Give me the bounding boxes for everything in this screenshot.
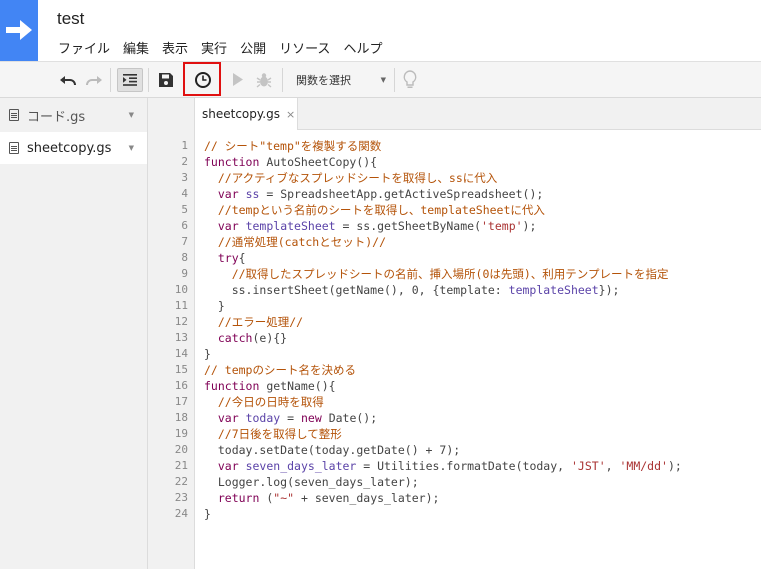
project-title[interactable]: test <box>57 9 84 29</box>
toolbar-divider <box>110 68 111 92</box>
menu-bar: ファイル 編集 表示 実行 公開 リソース ヘルプ <box>58 38 395 58</box>
line-number: 15 <box>174 363 188 376</box>
line-number: 24 <box>174 507 188 520</box>
indent-icon <box>123 74 137 86</box>
toolbar-divider <box>282 68 283 92</box>
code-text: } <box>204 507 211 521</box>
line-number: 10 <box>174 283 188 296</box>
code-text: } <box>204 347 211 361</box>
undo-icon <box>60 75 76 85</box>
code-text: //通常処理(catchとセット)// <box>204 235 387 249</box>
arrow-right-icon <box>6 20 32 40</box>
toolbar: 関数を選択 ▼ <box>0 61 761 98</box>
line-number: 9 <box>181 267 188 280</box>
code-text: // tempのシート名を決める <box>204 363 356 377</box>
document-icon <box>9 142 19 154</box>
menu-help[interactable]: ヘルプ <box>343 38 382 58</box>
line-number: 3 <box>181 171 188 184</box>
line-number: 13 <box>174 331 188 344</box>
file-item-active[interactable]: sheetcopy.gs ▼ <box>0 132 147 164</box>
menu-publish[interactable]: 公開 <box>240 38 266 58</box>
line-number: 23 <box>174 491 188 504</box>
bug-icon <box>256 72 272 88</box>
code-text: //エラー処理// <box>204 315 304 329</box>
code-text: Logger.log(seven_days_later); <box>204 475 419 489</box>
menu-run[interactable]: 実行 <box>201 38 227 58</box>
menu-resources[interactable]: リソース <box>279 38 330 58</box>
lightbulb-icon <box>403 69 417 88</box>
code-text: //今日の日時を取得 <box>204 395 324 409</box>
code-text: catch(e){} <box>217 331 288 345</box>
save-icon <box>159 72 173 87</box>
debug-button[interactable] <box>254 62 274 97</box>
line-number: 19 <box>174 427 188 440</box>
line-number: 14 <box>174 347 188 360</box>
app-logo[interactable] <box>0 0 38 61</box>
function-select[interactable]: 関数を選択 ▼ <box>292 62 390 97</box>
menu-file[interactable]: ファイル <box>58 38 110 58</box>
line-number: 17 <box>174 395 188 408</box>
code-text: function AutoSheetCopy(){ <box>204 155 378 169</box>
undo-button[interactable] <box>58 62 78 97</box>
line-number: 7 <box>181 235 188 248</box>
code-text: var seven_days_later = Utilities.formatD… <box>217 459 682 473</box>
file-item[interactable]: コード.gs ▼ <box>0 99 147 131</box>
hint-button[interactable] <box>400 62 420 97</box>
line-number: 8 <box>181 251 188 264</box>
toolbar-divider <box>148 68 149 92</box>
code-text: function getName(){ <box>204 379 336 393</box>
code-text: } <box>204 299 225 313</box>
document-icon <box>9 109 19 121</box>
line-number: 5 <box>181 203 188 216</box>
code-text: today.setDate(today.getDate() + 7); <box>204 443 461 457</box>
file-sidebar: コード.gs ▼ sheetcopy.gs ▼ <box>0 98 148 569</box>
code-text: ss.insertSheet(getName(), 0, {template: … <box>204 283 620 297</box>
file-name: sheetcopy.gs <box>27 140 112 156</box>
run-button[interactable] <box>228 62 248 97</box>
chevron-down-icon: ▼ <box>380 75 386 84</box>
chevron-down-icon[interactable]: ▼ <box>129 111 134 119</box>
code-text: //取得したスプレッドシートの名前、挿入場所(0は先頭)、利用テンプレートを指定 <box>204 267 669 281</box>
code-text: // シート"temp"を複製する関数 <box>204 139 382 153</box>
code-text: var today = new Date(); <box>217 411 378 425</box>
redo-icon <box>86 75 102 85</box>
close-icon[interactable]: × <box>286 108 295 121</box>
editor-tab-bar: sheetcopy.gs × <box>196 98 761 130</box>
menu-edit[interactable]: 編集 <box>123 38 149 58</box>
code-text: return ("~" + seven_days_later); <box>217 491 440 505</box>
line-number: 20 <box>174 443 188 456</box>
line-number: 11 <box>174 299 188 312</box>
redo-button[interactable] <box>84 62 104 97</box>
chevron-down-icon[interactable]: ▼ <box>129 144 134 152</box>
triggers-highlight-box <box>183 62 221 96</box>
toolbar-divider <box>394 68 395 92</box>
function-select-label: 関数を選択 <box>296 73 351 87</box>
line-number: 12 <box>174 315 188 328</box>
line-number: 6 <box>181 219 188 232</box>
tab-sheetcopy[interactable]: sheetcopy.gs × <box>196 98 298 130</box>
code-text: var ss = SpreadsheetApp.getActiveSpreads… <box>217 187 544 201</box>
line-number: 22 <box>174 475 188 488</box>
line-number: 4 <box>181 187 188 200</box>
line-number: 1 <box>181 139 188 152</box>
code-text: //tempという名前のシートを取得し、templateSheetに代入 <box>204 203 545 217</box>
line-number: 16 <box>174 379 188 392</box>
code-text: try{ <box>217 251 246 265</box>
file-name: コード.gs <box>27 109 86 125</box>
tab-label: sheetcopy.gs <box>202 107 280 121</box>
code-text: //7日後を取得して整形 <box>204 427 342 441</box>
line-number: 21 <box>174 459 188 472</box>
save-button[interactable] <box>156 62 176 97</box>
line-number: 2 <box>181 155 188 168</box>
line-number: 18 <box>174 411 188 424</box>
play-icon <box>233 73 243 86</box>
code-text: //アクティブなスプレッドシートを取得し、ssに代入 <box>204 171 498 185</box>
code-text: var templateSheet = ss.getSheetByName('t… <box>217 219 537 233</box>
indent-button[interactable] <box>117 68 143 92</box>
menu-view[interactable]: 表示 <box>162 38 188 58</box>
